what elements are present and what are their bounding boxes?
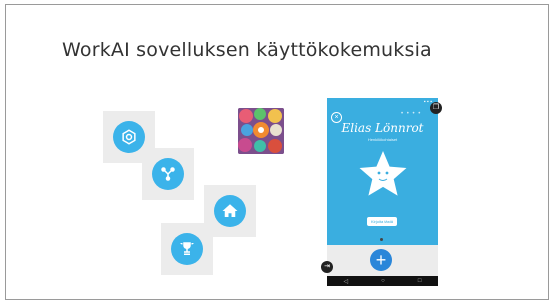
trophy-tile[interactable] xyxy=(161,223,213,275)
network-tile[interactable] xyxy=(142,148,194,200)
phone-mockup: ▪ ▪ ▪ × • • • • Elias Lönnrot Henkilökoh… xyxy=(321,98,442,286)
page-indicator: • • • • xyxy=(401,111,422,117)
status-bar: ▪ ▪ ▪ xyxy=(327,98,438,105)
sticker-collage-image xyxy=(238,108,284,154)
add-button[interactable]: + xyxy=(370,249,392,271)
back-icon[interactable]: ◁ xyxy=(344,278,349,285)
carousel-dot xyxy=(380,238,383,241)
exit-icon[interactable]: ⇥ xyxy=(321,261,333,273)
home-icon xyxy=(214,195,246,227)
expand-icon[interactable]: ❐ xyxy=(430,102,442,114)
android-nav-bar: ◁ ○ □ xyxy=(327,276,438,286)
network-icon xyxy=(152,158,184,190)
profile-header: × • • • • Elias Lönnrot Henkilökohtaiset… xyxy=(327,105,438,245)
slide-frame: WorkAI sovelluksen käyttökokemuksia ▪ ▪ … xyxy=(5,4,549,300)
write-here-button[interactable]: Kirjoita tästä xyxy=(367,217,397,226)
home-nav-icon[interactable]: ○ xyxy=(381,278,385,284)
trophy-icon xyxy=(171,233,203,265)
profile-name: Elias Lönnrot xyxy=(341,121,424,135)
slide-title: WorkAI sovelluksen käyttökokemuksia xyxy=(62,39,432,61)
recents-icon[interactable]: □ xyxy=(418,278,422,284)
star-avatar xyxy=(359,151,407,196)
settings-icon xyxy=(113,121,145,153)
profile-role: Henkilökohtaiset xyxy=(367,137,398,142)
